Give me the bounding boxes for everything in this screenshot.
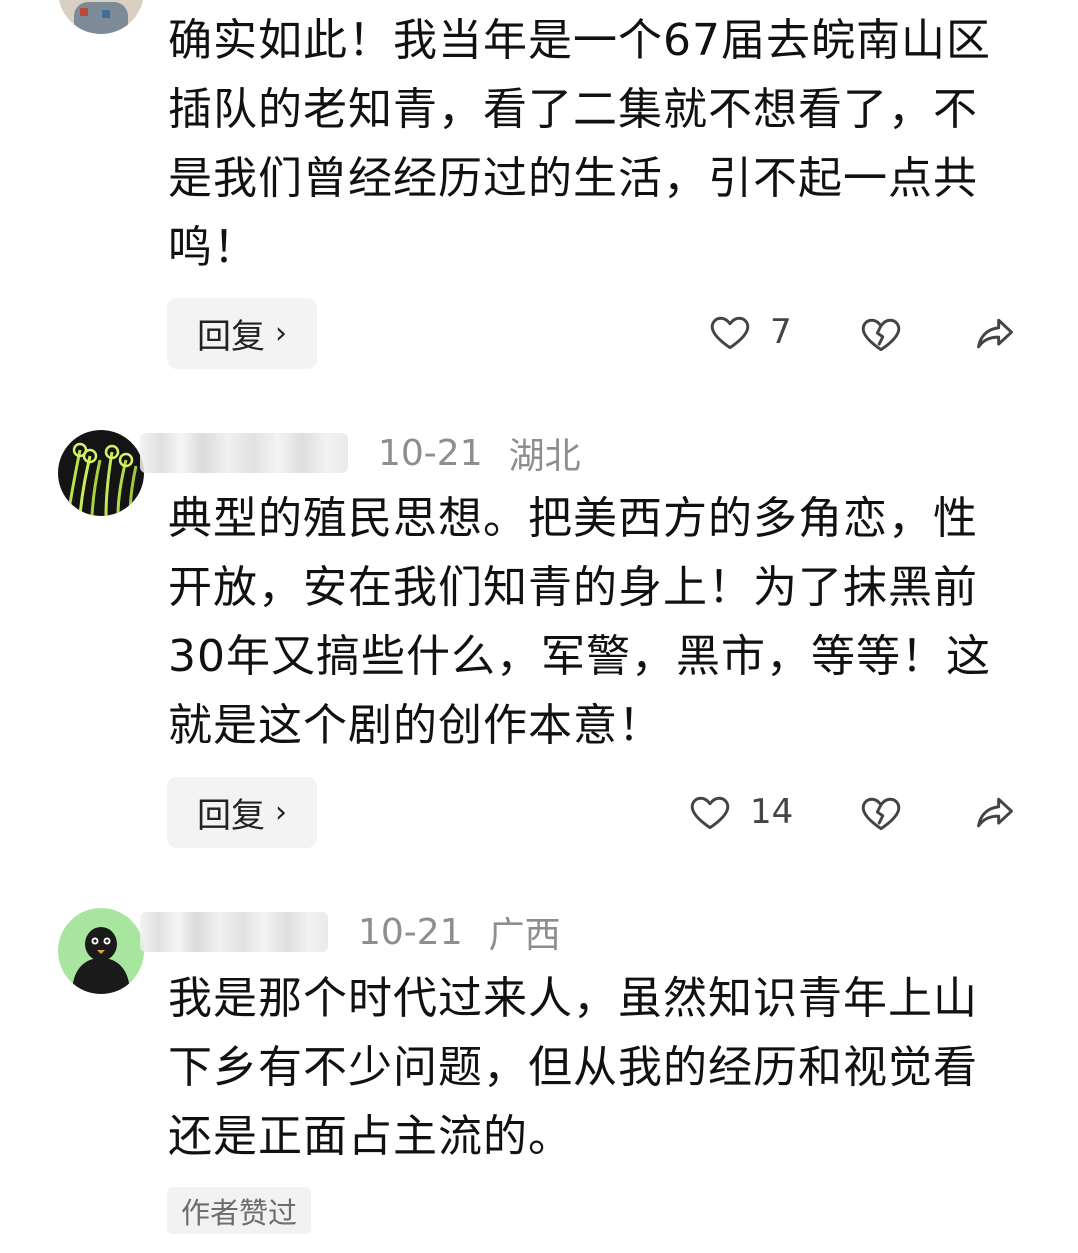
username-redacted[interactable] (140, 912, 328, 952)
dislike-button[interactable] (859, 312, 903, 356)
comment-location: 广西 (488, 915, 561, 956)
comment-text: 典型的殖民思想。把美西方的多角恋，性开放，安在我们知青的身上！为了抹黑前30年又… (168, 493, 991, 751)
comment-feed: 确实如此！我当年是一个67届去皖南山区插队的老知青，看了二集就不想看了，不是我们… (0, 0, 1078, 1253)
reply-label: 回复 (197, 317, 265, 357)
share-arrow-icon (977, 797, 1013, 828)
comment-date: 10-21 (358, 911, 463, 953)
like-count: 14 (750, 792, 794, 832)
author-liked-badge: 作者赞过 (167, 1187, 311, 1234)
share-button[interactable] (972, 312, 1018, 356)
comment-meta: 10-21 湖北 (140, 425, 581, 481)
comment-date: 10-21 (378, 432, 483, 474)
like-count: 7 (770, 312, 792, 352)
heart-outline-icon (690, 796, 730, 830)
comment-text: 确实如此！我当年是一个67届去皖南山区插队的老知青，看了二集就不想看了，不是我们… (168, 15, 991, 273)
like-button[interactable]: 7 (708, 310, 792, 354)
heart-outline-icon (710, 316, 750, 350)
avatar[interactable] (58, 0, 144, 34)
reply-button[interactable]: 回复 › (167, 777, 317, 848)
reply-button[interactable]: 回复 › (167, 298, 317, 369)
comment-text: 我是那个时代过来人，虽然知识青年上山下乡有不少问题，但从我的经历和视觉看还是正面… (168, 973, 978, 1162)
avatar[interactable] (58, 430, 144, 516)
share-arrow-icon (977, 318, 1013, 349)
broken-heart-icon (861, 797, 901, 831)
avatar[interactable] (58, 908, 144, 994)
share-button[interactable] (972, 791, 1018, 835)
reply-label: 回复 (197, 796, 265, 836)
comment-location: 湖北 (508, 436, 581, 477)
dislike-button[interactable] (859, 791, 903, 835)
broken-heart-icon (861, 318, 901, 352)
chevron-right-icon: › (275, 795, 287, 830)
like-button[interactable]: 14 (688, 790, 793, 834)
chevron-right-icon: › (275, 316, 287, 351)
username-redacted[interactable] (140, 433, 348, 473)
comment-meta: 10-21 广西 (140, 904, 561, 960)
